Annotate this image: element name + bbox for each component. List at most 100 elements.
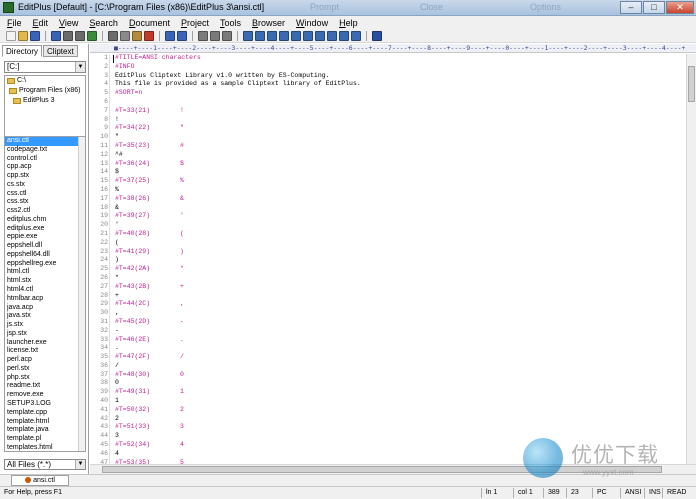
file-list-item[interactable]: ansi.ctl — [5, 137, 85, 146]
tab-cliptext[interactable]: Cliptext — [43, 45, 78, 57]
file-list-item[interactable]: cpp.stx — [5, 172, 85, 181]
word-wrap-icon[interactable] — [243, 31, 253, 41]
scroll-thumb[interactable] — [688, 66, 695, 102]
find-icon[interactable] — [198, 31, 208, 41]
font-icon[interactable] — [291, 31, 301, 41]
file-list-item[interactable]: template.cpp — [5, 409, 85, 418]
file-filter-select[interactable]: All Files (*.*) ▼ — [4, 459, 86, 470]
go-to-icon[interactable] — [222, 31, 232, 41]
close-button[interactable]: ✕ — [666, 1, 694, 14]
print-preview-icon[interactable] — [75, 31, 85, 41]
file-list-item[interactable]: cs.stx — [5, 181, 85, 190]
preview-browser-icon[interactable] — [351, 31, 361, 41]
code-line: 24) — [90, 256, 686, 265]
doc-tab-ansi[interactable]: ansi.ctl — [11, 475, 69, 486]
ruler-icon[interactable] — [255, 31, 265, 41]
chevron-down-icon[interactable]: ▼ — [75, 62, 85, 72]
menu-item-tools[interactable]: Tools — [219, 18, 242, 28]
scroll-thumb[interactable] — [102, 466, 662, 473]
column-select-icon[interactable] — [327, 31, 337, 41]
cliptext-char: ! — [180, 106, 184, 114]
file-list-item[interactable]: php.stx — [5, 374, 85, 383]
file-list-scrollbar[interactable] — [78, 137, 85, 451]
menu-item-file[interactable]: File — [6, 18, 23, 28]
cut-icon[interactable] — [108, 31, 118, 41]
redo-icon[interactable] — [177, 31, 187, 41]
menu-item-window[interactable]: Window — [295, 18, 329, 28]
code-line: 20 ' — [90, 221, 686, 230]
file-list-item[interactable]: css.ctl — [5, 190, 85, 199]
drive-select[interactable]: [C:] ▼ — [4, 61, 86, 73]
file-list-item[interactable]: launcher.exe — [5, 339, 85, 348]
dir-item-program-files[interactable]: Program Files (x86) — [5, 86, 85, 96]
tab-directory[interactable]: Directory — [2, 45, 43, 57]
menu-item-edit[interactable]: Edit — [32, 18, 50, 28]
file-list-item[interactable]: editplus.exe — [5, 225, 85, 234]
code-area[interactable]: 1 #TITLE=ANSI characters 2 #INFO 3 EditPlus C… — [90, 54, 686, 464]
file-list-item[interactable]: eppshellreg.exe — [5, 260, 85, 269]
replace-icon[interactable] — [210, 31, 220, 41]
line-text: #T=41(29) — [115, 247, 151, 255]
file-list-item[interactable]: perl.acp — [5, 356, 85, 365]
file-list-item[interactable]: js.stx — [5, 321, 85, 330]
indent-icon[interactable] — [303, 31, 313, 41]
file-list-item[interactable]: remove.exe — [5, 391, 85, 400]
file-list-item[interactable]: template.pl — [5, 435, 85, 444]
file-list-item[interactable]: editplus.chm — [5, 216, 85, 225]
file-list-item[interactable]: css2.ctl — [5, 207, 85, 216]
minimize-button[interactable]: – — [620, 1, 642, 14]
dir-item-editplus[interactable]: EditPlus 3 — [5, 96, 85, 106]
dir-item-root[interactable]: C:\ — [5, 76, 85, 86]
file-list-item[interactable]: java.acp — [5, 304, 85, 313]
file-list-item[interactable]: template.java — [5, 426, 85, 435]
file-list-item[interactable]: eppshell64.dll — [5, 251, 85, 260]
file-list-item[interactable]: htmlbar.acp — [5, 295, 85, 304]
menu-item-document[interactable]: Document — [128, 18, 171, 28]
file-list-item[interactable]: SETUP3.LOG — [5, 400, 85, 409]
open-file-icon[interactable] — [18, 31, 28, 41]
file-list-item[interactable]: java.stx — [5, 312, 85, 321]
spell-check-icon[interactable] — [87, 31, 97, 41]
editor-pane[interactable]: ■----+----1----+----2----+----3----+----… — [90, 44, 696, 474]
file-list-item[interactable]: css.stx — [5, 198, 85, 207]
menu-item-search[interactable]: Search — [88, 18, 119, 28]
copy-icon[interactable] — [120, 31, 130, 41]
file-list-item[interactable]: readme.txt — [5, 382, 85, 391]
file-list-item[interactable]: cpp.acp — [5, 163, 85, 172]
save-all-icon[interactable] — [51, 31, 61, 41]
maximize-button[interactable]: □ — [643, 1, 665, 14]
menu-item-view[interactable]: View — [58, 18, 79, 28]
undo-icon[interactable] — [165, 31, 175, 41]
line-number: 1 — [104, 54, 108, 61]
file-list-item[interactable]: template.html — [5, 418, 85, 427]
file-list-item[interactable]: eppshell.dll — [5, 242, 85, 251]
delete-icon[interactable] — [144, 31, 154, 41]
line-number: 44 — [100, 432, 108, 440]
print-icon[interactable] — [63, 31, 73, 41]
file-list-item[interactable]: jsp.stx — [5, 330, 85, 339]
menu-item-project[interactable]: Project — [180, 18, 210, 28]
chevron-down-icon[interactable]: ▼ — [75, 460, 85, 469]
file-list-item[interactable]: perl.stx — [5, 365, 85, 374]
editor-vertical-scrollbar[interactable] — [686, 54, 696, 464]
help-icon[interactable] — [372, 31, 382, 41]
editor-horizontal-scrollbar[interactable] — [90, 464, 696, 474]
save-icon[interactable] — [30, 31, 40, 41]
paste-icon[interactable] — [132, 31, 142, 41]
menu-item-browser[interactable]: Browser — [251, 18, 286, 28]
file-list-item[interactable]: html4.ctl — [5, 286, 85, 295]
screen-width-icon[interactable] — [279, 31, 289, 41]
file-list-item[interactable]: templates.html — [5, 444, 85, 451]
new-file-icon[interactable] — [6, 31, 16, 41]
line-number-icon[interactable] — [267, 31, 277, 41]
file-list-item[interactable]: eppie.exe — [5, 233, 85, 242]
file-list-item[interactable]: license.txt — [5, 347, 85, 356]
file-list-item[interactable]: html.stx — [5, 277, 85, 286]
menu-item-help[interactable]: Help — [338, 18, 359, 28]
file-list-item[interactable]: codepage.txt — [5, 146, 85, 155]
html-toolbar-icon[interactable] — [339, 31, 349, 41]
code-line: 34. — [90, 344, 686, 353]
outdent-icon[interactable] — [315, 31, 325, 41]
file-list-item[interactable]: html.ctl — [5, 268, 85, 277]
file-list-item[interactable]: control.ctl — [5, 155, 85, 164]
